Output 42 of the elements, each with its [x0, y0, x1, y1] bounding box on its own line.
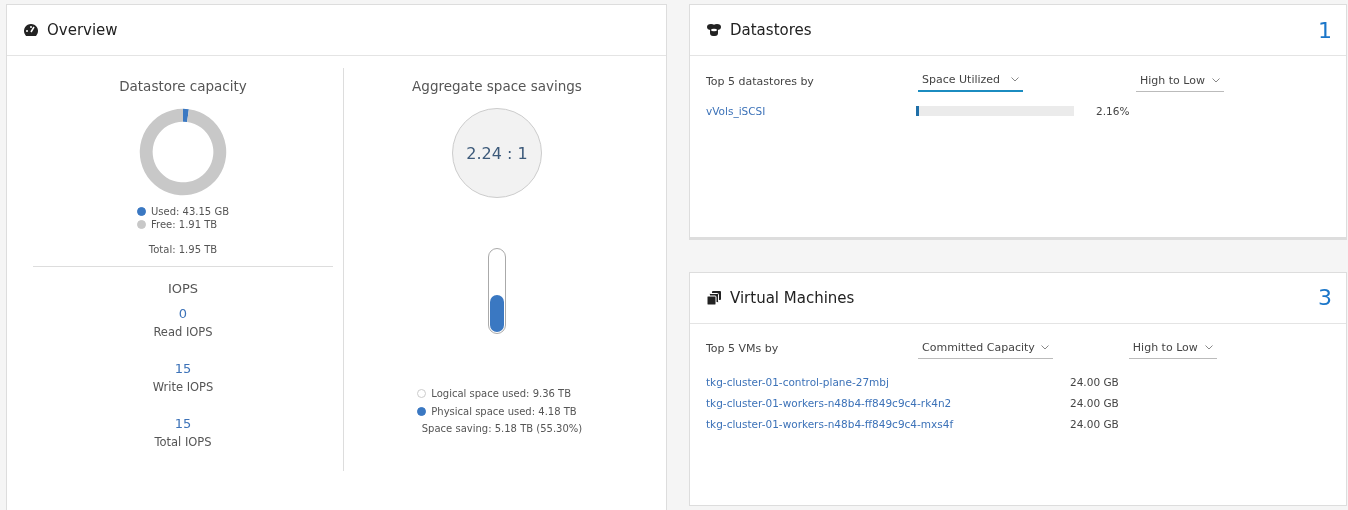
capacity-value: 24.00 GB — [1070, 376, 1119, 388]
section-title: Aggregate space savings — [412, 78, 582, 94]
caret-icon — [1212, 77, 1220, 83]
vm-link[interactable]: tkg-cluster-01-control-plane-27mbj — [706, 376, 889, 388]
vm-link[interactable]: tkg-cluster-01-workers-n48b4-ff849c9c4-mxs4f — [706, 418, 954, 430]
metric-value: 0 — [178, 306, 188, 321]
ratio-circle: 2.24 : 1 — [452, 108, 542, 198]
usage-reading: 2.16% — [1096, 104, 1130, 117]
section-title: IOPS — [167, 281, 199, 296]
legend-label: Physical space used: 4.18 TB — [431, 406, 577, 417]
stacked-squares-icon — [706, 289, 722, 306]
metric-label: Total IOPS — [154, 435, 212, 449]
capacity-value: 24.00 GB — [1070, 418, 1119, 430]
caret-icon — [1204, 345, 1213, 350]
caret-icon — [1011, 77, 1019, 82]
gauge-icon — [23, 22, 39, 38]
filter-label: Top 5 VMs by — [706, 342, 780, 355]
sort-dropdown[interactable]: High to Low — [1128, 338, 1217, 359]
legend-label: Free: 1.91 TB — [151, 219, 218, 230]
sort-dropdown[interactable]: High to Low — [1136, 70, 1224, 92]
card-title: Overview — [47, 21, 118, 39]
sort-dropdown[interactable]: Space Utilized — [918, 70, 1023, 92]
capacity-value: 24.00 GB — [1070, 397, 1119, 409]
count-label: 3 — [1318, 285, 1332, 310]
vm-link[interactable]: tkg-cluster-01-workers-n48b4-ff849c9c4-rk4n2 — [706, 397, 952, 409]
total-label: Total: 1.95 TB — [148, 244, 218, 255]
datastore-link[interactable]: vVols_iSCSI — [706, 104, 916, 117]
legend-label: Logical space used: 9.36 TB — [431, 388, 572, 399]
card-title: Virtual Machines — [730, 288, 855, 307]
database-icon — [706, 22, 722, 38]
section-title: Datastore capacity — [119, 78, 247, 94]
sort-dropdown[interactable]: Committed Capacity — [918, 338, 1053, 359]
card-title: Datastores — [730, 21, 812, 39]
count-label: 1 — [1318, 17, 1332, 43]
filter-label: Top 5 datastores by — [706, 74, 815, 88]
caret-icon — [1040, 345, 1049, 350]
legend-label: Used: 43.15 GB — [151, 206, 229, 217]
metric-value: 15 — [174, 361, 192, 376]
savings-label: Space saving: 5.18 TB (55.30%) — [421, 423, 583, 434]
metric-label: Read IOPS — [153, 325, 213, 339]
metric-value: 15 — [174, 416, 192, 431]
metric-label: Write IOPS — [152, 380, 214, 394]
